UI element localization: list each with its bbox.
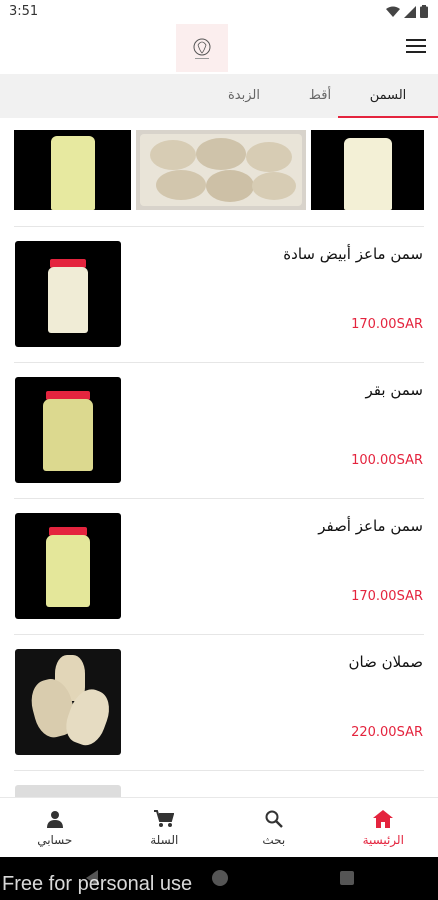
bottom-navigation: الرئيسية بحث السلة حسابي [0,797,438,857]
product-name[interactable]: سمن ماعز أصفر [318,517,423,535]
product-price: 100.00SAR [351,453,423,468]
nav-search-label: بحث [262,833,286,847]
status-bar: 3:51 [0,0,438,24]
wifi-icon [386,6,400,17]
nav-search[interactable]: بحث [219,798,329,857]
status-icons [386,5,428,18]
account-icon [46,811,63,828]
recents-icon[interactable] [339,870,355,886]
home-icon [373,810,394,828]
watermark-text: Free for personal use [2,873,193,895]
product-image-sheep-skin-bags[interactable] [15,649,121,755]
banner-image-aqit[interactable] [136,130,306,210]
product-name[interactable]: سمن بقر [366,381,423,399]
nav-cart[interactable]: السلة [110,798,220,857]
product-price: 170.00SAR [351,589,423,604]
product-card[interactable]: سمن ماعز أصفر 170.00SAR [0,499,438,634]
home-circle-icon[interactable] [211,869,229,887]
signal-icon [404,5,416,18]
nav-account-label: حسابي [37,833,73,847]
hamburger-menu-icon[interactable] [406,39,426,57]
nav-cart-label: السلة [150,833,179,847]
search-icon [265,810,283,828]
tab-butter[interactable]: الزبدة [204,74,284,118]
banner-image-white-jar[interactable] [311,130,424,210]
product-image-cow-ghee-jar[interactable] [15,377,121,483]
battery-icon [420,5,428,18]
product-card[interactable]: سمن ماعز أبيض سادة 170.00SAR [0,227,438,362]
app-header [0,24,438,74]
product-name[interactable]: صملان ضان [349,653,423,671]
product-price: 170.00SAR [351,317,423,332]
banner-image-yellow-jar[interactable] [14,130,131,210]
nav-account[interactable]: حسابي [0,798,110,857]
product-image-yellow-ghee-jar[interactable] [15,513,121,619]
product-price: 220.00SAR [351,725,423,740]
nav-home-label: الرئيسية [362,833,404,847]
product-list: سمن ماعز أبيض سادة 170.00SAR سمن بقر 100… [0,226,438,811]
logo-mark-icon [193,38,211,59]
tab-ghee[interactable]: السمن [338,74,438,118]
store-logo[interactable] [176,24,228,72]
category-tabs: السمن أقط الزبدة [0,74,438,118]
product-card[interactable]: سمن بقر 100.00SAR [0,363,438,498]
status-time: 3:51 [9,4,39,19]
nav-home[interactable]: الرئيسية [329,798,438,857]
product-image-white-ghee-jar[interactable] [15,241,121,347]
product-banner[interactable] [14,130,424,212]
product-name[interactable]: سمن ماعز أبيض سادة [283,245,423,263]
product-card[interactable]: صملان ضان 220.00SAR [0,635,438,770]
tab-aqit[interactable]: أقط [296,74,344,118]
cart-icon [154,810,175,827]
